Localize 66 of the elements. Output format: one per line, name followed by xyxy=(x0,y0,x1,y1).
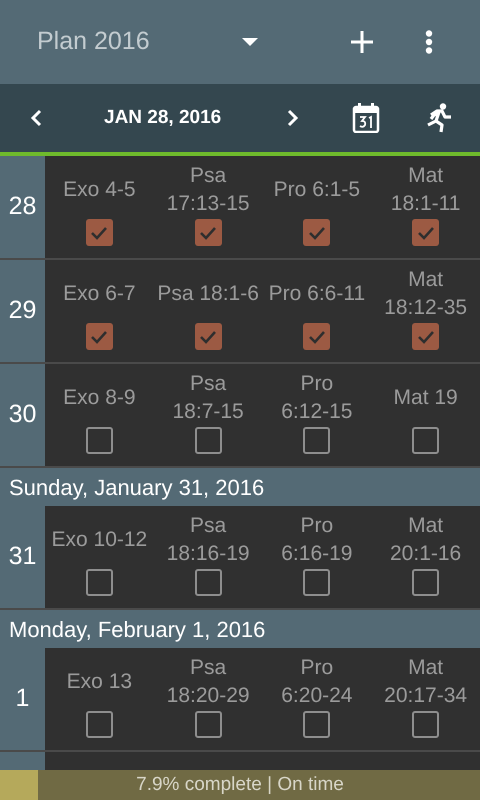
check-icon xyxy=(308,226,326,240)
plan-title[interactable]: Plan 2016 xyxy=(37,23,150,61)
reading-label: Exo 10-12 xyxy=(52,526,148,553)
checkbox[interactable] xyxy=(86,569,113,596)
check-icon xyxy=(416,330,435,344)
reading-label: Pro 6:16-19 xyxy=(280,513,354,566)
reading-label: Pro 6:1-5 xyxy=(274,176,360,203)
reading-label: Pro 6:20-24 xyxy=(280,655,354,708)
checkbox[interactable] xyxy=(86,219,113,246)
date-heading: Monday, February 1, 2016 xyxy=(0,610,480,648)
calendar-icon[interactable] xyxy=(352,103,380,133)
check-icon xyxy=(199,226,218,240)
more-options-icon[interactable] xyxy=(424,30,433,54)
reading-label: Exo 6-7 xyxy=(63,280,136,307)
checkbox[interactable] xyxy=(412,427,440,454)
reading-label: Psa 17:13-15 xyxy=(166,163,251,216)
date-heading: Sunday, January 31, 2016 xyxy=(0,468,480,506)
checkbox[interactable] xyxy=(303,711,330,738)
add-icon[interactable] xyxy=(350,31,373,53)
checkbox[interactable] xyxy=(194,569,222,596)
checkbox[interactable] xyxy=(412,711,440,738)
check-icon xyxy=(199,330,218,344)
next-day-icon[interactable] xyxy=(287,109,300,127)
day-column xyxy=(0,752,45,770)
reading-label: Psa 18:16-19 xyxy=(166,513,251,566)
reading-label: Psa 18:1-6 xyxy=(157,280,259,307)
progress-text: 7.9% complete | On time xyxy=(135,773,345,797)
check-icon xyxy=(90,330,108,344)
reading-label: Exo 13 xyxy=(66,668,132,695)
checkbox[interactable] xyxy=(86,427,113,454)
checkbox[interactable] xyxy=(412,219,440,246)
reading-label: Mat 20:17-34 xyxy=(383,655,468,708)
check-icon xyxy=(308,330,326,344)
day-number: 31 xyxy=(0,506,45,608)
previous-day-icon[interactable] xyxy=(30,109,42,127)
checkbox[interactable] xyxy=(412,323,440,350)
reading-label: Pro 6:12-15 xyxy=(280,371,354,424)
day-number: 1 xyxy=(0,648,45,750)
checkbox[interactable] xyxy=(303,427,330,454)
check-icon xyxy=(416,226,435,240)
day-number: 30 xyxy=(0,364,45,466)
reading-label: Psa 18:7-15 xyxy=(172,371,245,424)
checkbox[interactable] xyxy=(194,427,222,454)
checkbox[interactable] xyxy=(194,219,222,246)
reading-label: Psa 18:20-29 xyxy=(166,655,251,708)
reading-label: Mat 18:12-35 xyxy=(383,267,468,320)
running-figure-icon[interactable] xyxy=(425,103,454,133)
checkbox[interactable] xyxy=(412,569,440,596)
day-number: 29 xyxy=(0,260,45,362)
checkbox[interactable] xyxy=(303,569,330,596)
day-number: 28 xyxy=(0,156,45,258)
checkbox[interactable] xyxy=(86,711,113,738)
checkbox[interactable] xyxy=(303,323,330,350)
reading-label: Exo 8-9 xyxy=(63,384,136,411)
checkbox[interactable] xyxy=(86,323,113,350)
reading-label: Pro 6:6-11 xyxy=(268,280,366,307)
checkbox[interactable] xyxy=(303,219,330,246)
checkbox[interactable] xyxy=(194,711,222,738)
reading-label: Mat 18:1-11 xyxy=(390,163,462,216)
dropdown-icon[interactable] xyxy=(242,38,258,46)
reading-label: Mat 19 xyxy=(394,384,458,411)
reading-label: Exo 4-5 xyxy=(63,176,136,203)
reading-label: Mat 20:1-16 xyxy=(389,513,462,566)
checkbox[interactable] xyxy=(194,323,222,350)
check-icon xyxy=(90,226,108,240)
current-date: JAN 28, 2016 xyxy=(104,106,222,130)
